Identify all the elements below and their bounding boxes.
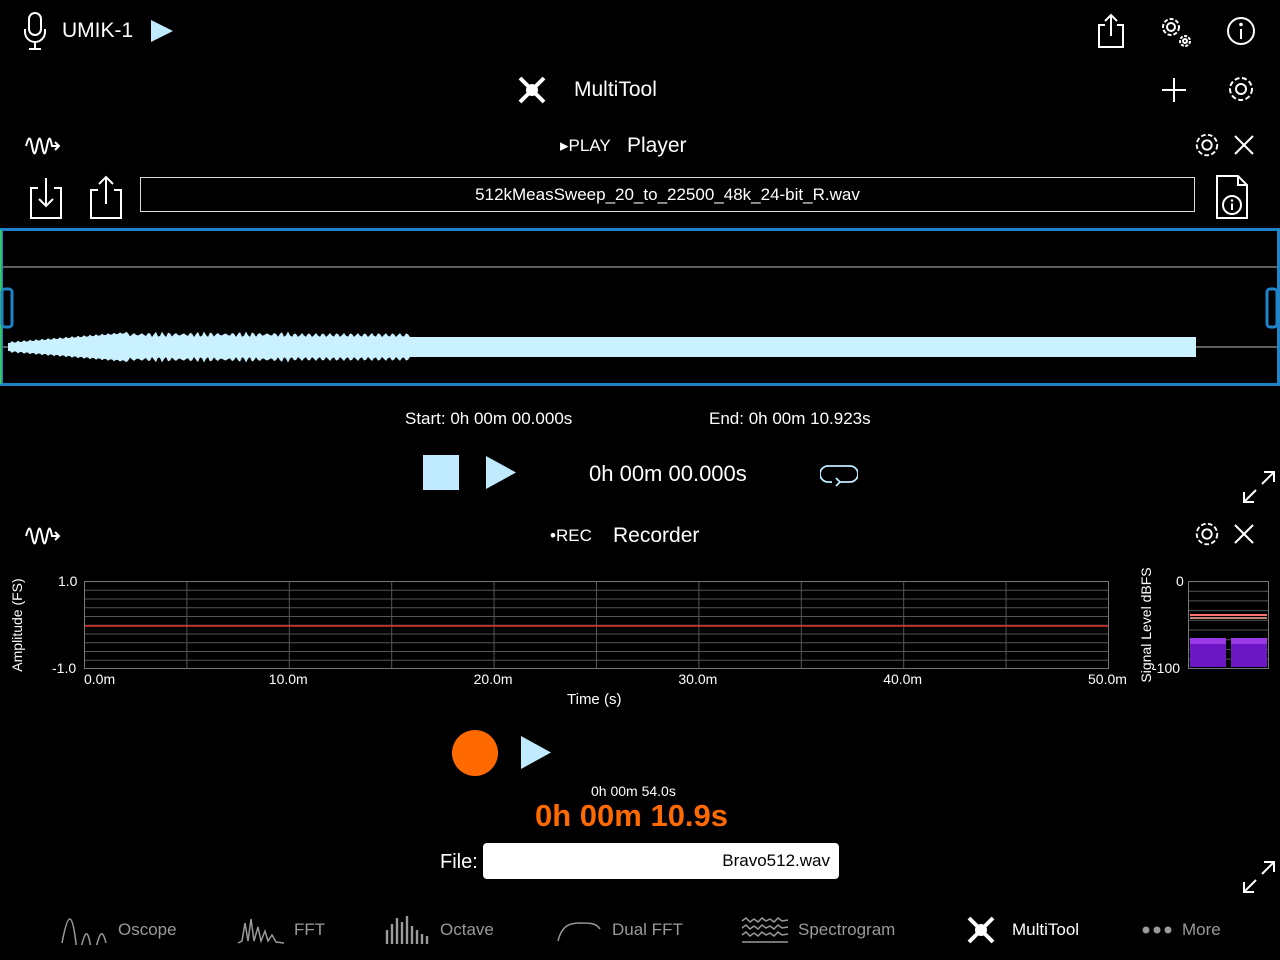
tab-octave[interactable]: Octave	[384, 908, 494, 952]
tab-label: Oscope	[118, 920, 177, 939]
filename-text: 512kMeasSweep_20_to_22500_48k_24-bit_R.w…	[475, 184, 860, 204]
page-title: MultiTool	[574, 78, 657, 101]
record-file-field[interactable]: Bravo512.wav	[483, 843, 839, 879]
x-axis-label: Time (s)	[567, 691, 622, 708]
x-tick-label: 30.0m	[678, 671, 718, 687]
elapsed-time: 0h 00m 10.9s	[535, 798, 729, 833]
oscope-icon	[61, 918, 107, 945]
x-tick-label: 40.0m	[883, 671, 923, 687]
export-icon[interactable]	[88, 174, 124, 225]
recorder-play-button[interactable]	[520, 735, 552, 775]
tab-label: Dual FFT	[612, 920, 683, 939]
tab-label: MultiTool	[1012, 920, 1080, 939]
recorder-expand-icon[interactable]	[1240, 858, 1278, 901]
tab-dual-fft[interactable]: Dual FFT	[556, 908, 683, 952]
microphone-icon[interactable]	[22, 12, 48, 52]
waveform-icon	[24, 134, 62, 161]
meter-bottom-label: -100	[1152, 660, 1181, 676]
y-min-label: -1.0	[52, 660, 77, 676]
device-name[interactable]: UMIK-1	[62, 19, 133, 43]
y-max-label: 1.0	[58, 573, 78, 589]
multitool-tab-icon	[967, 916, 995, 944]
tab-label: More	[1182, 920, 1221, 939]
tab-multitool[interactable]: MultiTool	[964, 908, 1079, 952]
settings-advanced-icon[interactable]	[1156, 12, 1194, 55]
player-title: Player	[627, 134, 687, 157]
recorder-title: Recorder	[613, 524, 700, 547]
tab-oscope[interactable]: Oscope	[60, 908, 177, 952]
file-info-icon[interactable]	[1214, 174, 1250, 225]
tab-label: FFT	[294, 920, 326, 939]
record-file-value: Bravo512.wav	[722, 851, 830, 870]
multitool-icon	[516, 74, 548, 111]
recorder-close-icon[interactable]	[1233, 523, 1255, 550]
more-icon	[1142, 926, 1172, 934]
tab-spectrogram[interactable]: Spectrogram	[740, 908, 895, 952]
filename-field[interactable]: 512kMeasSweep_20_to_22500_48k_24-bit_R.w…	[140, 177, 1195, 212]
player-badge: ▸PLAY	[560, 136, 611, 155]
x-tick-label: 10.0m	[268, 671, 308, 687]
gear-icon[interactable]	[1226, 74, 1256, 109]
device-play-icon[interactable]	[150, 19, 174, 48]
tab-label: Octave	[440, 920, 494, 939]
signal-level-meter	[1188, 581, 1270, 676]
octave-icon	[385, 916, 429, 944]
amplitude-axis-label: Amplitude (FS)	[9, 578, 25, 672]
x-tick-label: 0.0m	[84, 671, 116, 687]
player-play-button[interactable]	[485, 455, 517, 495]
tab-fft[interactable]: FFT	[236, 908, 325, 952]
start-time: Start: 0h 00m 00.000s	[405, 409, 573, 428]
tab-more[interactable]: More	[1142, 908, 1221, 952]
x-tick-label: 20.0m	[473, 671, 513, 687]
loop-icon[interactable]	[819, 460, 859, 493]
share-icon[interactable]	[1096, 12, 1126, 55]
amplitude-plot[interactable]	[84, 581, 1110, 676]
recorder-waveform-icon	[24, 524, 62, 551]
import-icon[interactable]	[28, 174, 64, 225]
spectrogram-icon	[741, 917, 789, 943]
dual-fft-icon	[557, 922, 601, 942]
file-label: File:	[440, 851, 478, 873]
player-expand-icon[interactable]	[1240, 468, 1278, 511]
end-time: End: 0h 00m 10.923s	[709, 409, 871, 428]
player-settings-icon[interactable]	[1193, 131, 1221, 164]
recorder-badge: •REC	[550, 526, 592, 545]
add-icon[interactable]	[1160, 76, 1188, 109]
record-button[interactable]	[452, 730, 498, 776]
recorder-settings-icon[interactable]	[1193, 520, 1221, 553]
total-time: 0h 00m 54.0s	[591, 783, 676, 799]
stop-button[interactable]	[423, 455, 459, 490]
meter-top-label: 0	[1176, 573, 1184, 589]
player-position: 0h 00m 00.000s	[589, 461, 747, 486]
info-icon[interactable]	[1226, 16, 1256, 51]
player-close-icon[interactable]	[1233, 134, 1255, 161]
x-tick-label: 50.0m	[1088, 671, 1127, 687]
fft-icon	[237, 918, 285, 944]
tab-label: Spectrogram	[798, 920, 896, 939]
waveform-display[interactable]	[0, 228, 1280, 386]
